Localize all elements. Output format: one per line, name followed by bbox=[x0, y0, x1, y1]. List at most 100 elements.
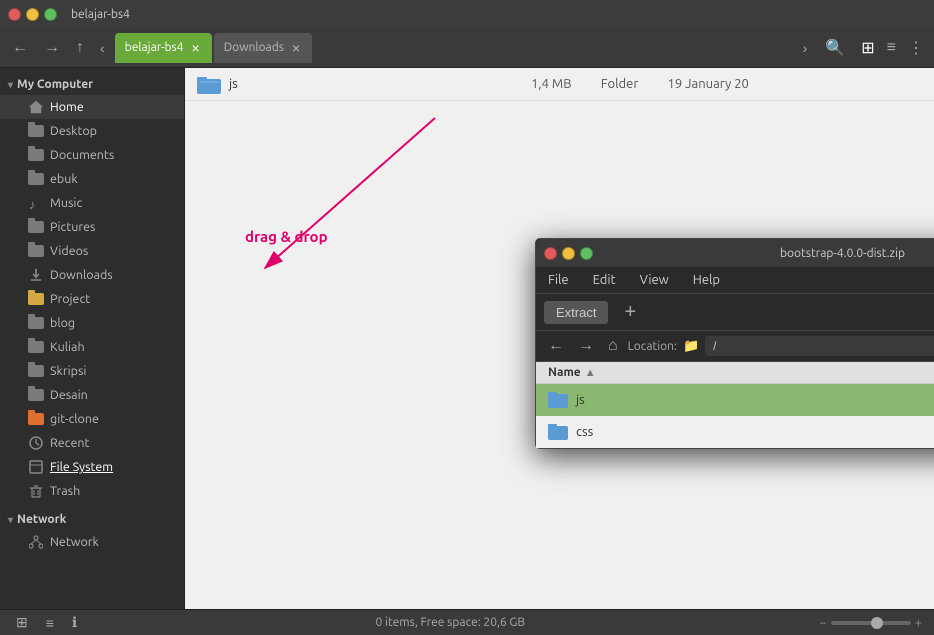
sidebar-item-desktop[interactable]: Desktop bbox=[0, 119, 184, 143]
tab-close-button[interactable]: × bbox=[290, 41, 302, 55]
zoom-slider[interactable] bbox=[831, 621, 911, 625]
zip-menu-edit[interactable]: Edit bbox=[589, 269, 620, 291]
trash-icon bbox=[28, 483, 44, 499]
sidebar-item-label: Trash bbox=[50, 484, 80, 498]
file-row[interactable]: js 1,4 MB Folder 19 January 20 bbox=[185, 68, 934, 101]
music-icon: ♪ bbox=[28, 195, 44, 211]
grid-view-button[interactable]: ⊞ bbox=[857, 34, 878, 62]
status-text: 0 items, Free space: 20,6 GB bbox=[91, 616, 809, 629]
tab-label: Downloads bbox=[224, 41, 284, 54]
filesystem-icon bbox=[28, 459, 44, 475]
tab-downloads[interactable]: Downloads × bbox=[214, 33, 312, 63]
sidebar-item-label: ebuk bbox=[50, 172, 78, 186]
sidebar-item-label: Skripsi bbox=[50, 364, 86, 378]
zip-column-headers: Name ▲ Size bbox=[536, 362, 934, 384]
extract-button[interactable]: Extract bbox=[544, 301, 608, 324]
window-controls bbox=[8, 8, 57, 21]
sidebar-item-videos[interactable]: Videos bbox=[0, 239, 184, 263]
sidebar-item-label: Pictures bbox=[50, 220, 95, 234]
svg-text:♪: ♪ bbox=[29, 198, 36, 210]
zip-name-header-label: Name bbox=[548, 366, 581, 379]
zip-file-row-js[interactable]: js 1,4 MB bbox=[536, 384, 934, 416]
recent-icon bbox=[28, 435, 44, 451]
sidebar-item-label: Videos bbox=[50, 244, 88, 258]
zip-menu-file[interactable]: File bbox=[544, 269, 573, 291]
zip-location-bar: ← → ⌂ Location: 📁 bbox=[536, 331, 934, 362]
list-view-button[interactable]: ≡ bbox=[883, 35, 900, 61]
more-options-button[interactable]: ⋮ bbox=[904, 34, 928, 62]
sidebar-section-my-computer[interactable]: ▾ My Computer bbox=[0, 74, 184, 95]
zip-close-button[interactable] bbox=[544, 247, 557, 260]
zip-file-row-css[interactable]: css 1,6 MB bbox=[536, 416, 934, 448]
drag-drop-label: drag & drop bbox=[245, 228, 328, 245]
folder-icon bbox=[28, 219, 44, 235]
window-minimize-button[interactable] bbox=[26, 8, 39, 21]
sidebar-item-home[interactable]: Home bbox=[0, 95, 184, 119]
status-icon-info[interactable]: ℹ bbox=[68, 612, 81, 633]
next-tab-button[interactable]: › bbox=[797, 36, 814, 60]
folder-icon bbox=[28, 339, 44, 355]
up-button[interactable]: ↑ bbox=[70, 35, 90, 61]
sidebar-item-label: git-clone bbox=[50, 412, 99, 426]
sidebar-item-network[interactable]: Network bbox=[0, 530, 184, 554]
status-icon-grid[interactable]: ⊞ bbox=[12, 612, 32, 633]
download-icon bbox=[28, 267, 44, 283]
sidebar-item-label: File System bbox=[50, 460, 113, 474]
folder-icon bbox=[28, 243, 44, 259]
zip-content: Name ▲ Size js 1,4 MB bbox=[536, 362, 934, 448]
folder-icon bbox=[28, 315, 44, 331]
file-name: js bbox=[229, 77, 484, 91]
sidebar-item-blog[interactable]: blog bbox=[0, 311, 184, 335]
sidebar-item-git-clone[interactable]: git-clone bbox=[0, 407, 184, 431]
tab-belajar-bs4[interactable]: belajar-bs4 × bbox=[115, 33, 212, 63]
sidebar-item-trash[interactable]: Trash bbox=[0, 479, 184, 503]
window-maximize-button[interactable] bbox=[44, 8, 57, 21]
sidebar-item-desain[interactable]: Desain bbox=[0, 383, 184, 407]
window-title: belajar-bs4 bbox=[71, 8, 130, 21]
tab-close-button[interactable]: × bbox=[190, 41, 202, 55]
sidebar-item-label: Desktop bbox=[50, 124, 97, 138]
sidebar-section-network[interactable]: ▾ Network bbox=[0, 509, 184, 530]
sidebar-item-kuliah[interactable]: Kuliah bbox=[0, 335, 184, 359]
sidebar-item-pictures[interactable]: Pictures bbox=[0, 215, 184, 239]
zip-minimize-button[interactable] bbox=[562, 247, 575, 260]
zip-maximize-button[interactable] bbox=[580, 247, 593, 260]
zip-location-input[interactable] bbox=[705, 336, 934, 356]
sidebar-item-skripsi[interactable]: Skripsi bbox=[0, 359, 184, 383]
zip-location-label: Location: bbox=[628, 340, 677, 353]
zip-forward-button[interactable]: → bbox=[574, 335, 598, 357]
search-button[interactable]: 🔍 bbox=[817, 34, 853, 62]
forward-button[interactable]: → bbox=[38, 35, 66, 61]
sidebar-item-documents[interactable]: Documents bbox=[0, 143, 184, 167]
window-close-button[interactable] bbox=[8, 8, 21, 21]
back-button[interactable]: ← bbox=[6, 35, 34, 61]
main-layout: ▾ My Computer Home Desktop Documents ebu… bbox=[0, 68, 934, 609]
zip-menu-help[interactable]: Help bbox=[689, 269, 724, 291]
folder-icon bbox=[28, 171, 44, 187]
home-icon bbox=[28, 99, 44, 115]
zip-home-button[interactable]: ⌂ bbox=[604, 335, 622, 357]
title-bar: belajar-bs4 bbox=[0, 0, 934, 28]
zip-name-header[interactable]: Name ▲ bbox=[548, 366, 934, 379]
zip-folder-icon bbox=[548, 392, 568, 408]
prev-tab-button[interactable]: ‹ bbox=[94, 36, 111, 60]
zip-folder-icon bbox=[548, 424, 568, 440]
sidebar-item-recent[interactable]: Recent bbox=[0, 431, 184, 455]
folder-icon bbox=[28, 387, 44, 403]
view-controls: 🔍 ⊞ ≡ ⋮ bbox=[817, 34, 928, 62]
sidebar-item-project[interactable]: Project bbox=[0, 287, 184, 311]
add-button[interactable]: + bbox=[616, 299, 644, 326]
chevron-down-icon: ▾ bbox=[8, 514, 13, 526]
status-icon-list[interactable]: ≡ bbox=[42, 613, 58, 633]
sidebar-item-ebuk[interactable]: ebuk bbox=[0, 167, 184, 191]
sidebar-item-music[interactable]: ♪ Music bbox=[0, 191, 184, 215]
zip-menu-view[interactable]: View bbox=[636, 269, 673, 291]
zip-toolbar: Extract + 🔍 ⋮ bbox=[536, 294, 934, 331]
sidebar-item-file-system[interactable]: File System bbox=[0, 455, 184, 479]
file-size: 1,4 MB bbox=[492, 77, 572, 91]
zoom-plus-icon: + bbox=[915, 616, 922, 630]
nav-bar: ← → ↑ ‹ belajar-bs4 × Downloads × › 🔍 ⊞ … bbox=[0, 28, 934, 68]
zip-back-button[interactable]: ← bbox=[544, 335, 568, 357]
sidebar-item-downloads[interactable]: Downloads bbox=[0, 263, 184, 287]
zip-title-label: bootstrap-4.0.0-dist.zip bbox=[601, 247, 934, 260]
